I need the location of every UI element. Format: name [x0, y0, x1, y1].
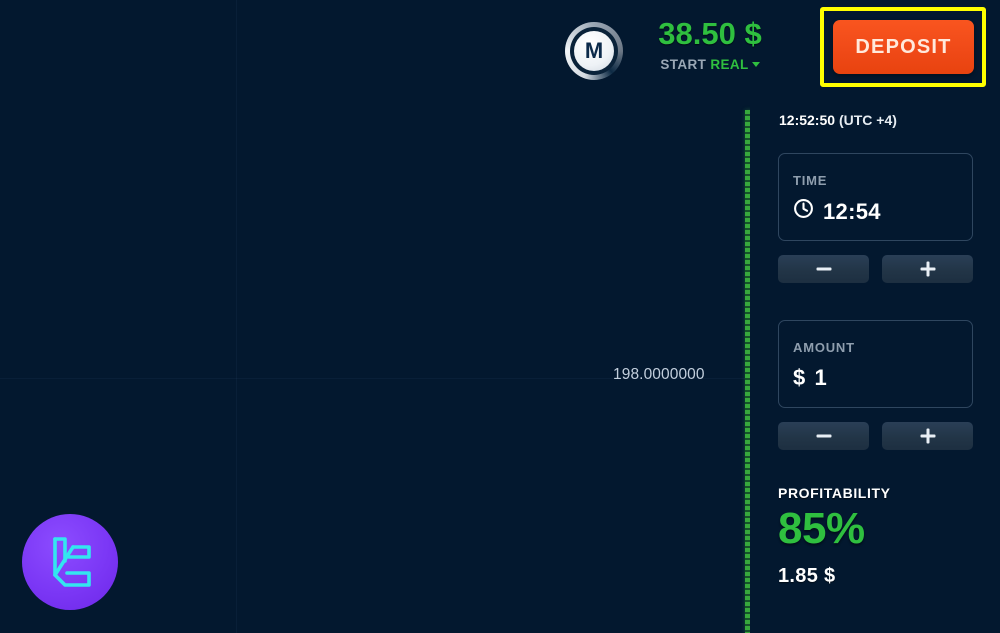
time-stepper	[778, 255, 973, 283]
clock-icon	[793, 198, 814, 225]
amount-field[interactable]: AMOUNT $ 1	[778, 320, 973, 408]
amount-field-label: AMOUNT	[793, 340, 855, 355]
server-clock-time: 12:52:50	[779, 112, 836, 128]
asset-token-logo-icon	[22, 514, 118, 610]
server-clock-timezone: (UTC +4)	[838, 112, 897, 128]
time-field-label: TIME	[793, 173, 828, 188]
time-increase-button[interactable]	[882, 255, 973, 283]
trade-panel: 12:52:50 (UTC +4) TIME 12:54 AMOUNT $ 1 …	[750, 100, 1000, 633]
amount-field-value-row: $ 1	[793, 365, 827, 391]
account-mode-prefix: START	[660, 57, 707, 72]
amount-decrease-button[interactable]	[778, 422, 869, 450]
profitability-percent: 85%	[778, 504, 865, 553]
trading-platform-screen: 198.0000000 12:52:50 (UTC +4) TIME 12:54…	[0, 0, 1000, 633]
time-decrease-button[interactable]	[778, 255, 869, 283]
account-mode-selector[interactable]: START REAL	[640, 57, 780, 72]
account-mode-value: REAL	[710, 57, 749, 72]
server-clock: 12:52:50 (UTC +4)	[779, 112, 897, 128]
amount-currency-symbol: $	[793, 365, 806, 390]
chevron-down-icon[interactable]	[751, 62, 760, 67]
time-field-value: 12:54	[823, 198, 881, 224]
avatar[interactable]: M	[565, 22, 623, 80]
chart-price-label: 198.0000000	[613, 366, 705, 383]
avatar-initial: M	[574, 31, 614, 71]
chart-gridline-vertical	[236, 0, 237, 633]
amount-stepper	[778, 422, 973, 450]
time-field-value-row: 12:54	[793, 198, 881, 225]
plus-icon-vertical	[926, 261, 929, 277]
deposit-button[interactable]: DEPOSIT	[833, 20, 974, 74]
amount-field-value: 1	[814, 365, 828, 390]
profitability-label: PROFITABILITY	[778, 485, 891, 501]
minus-icon	[816, 434, 831, 438]
profitability-payout: 1.85 $	[778, 565, 836, 587]
balance-block[interactable]: 38.50 $ START REAL	[640, 18, 780, 72]
balance-amount: 38.50 $	[658, 16, 762, 51]
profitability-block: PROFITABILITY 85% 1.85 $	[778, 485, 978, 588]
price-chart[interactable]: 198.0000000	[0, 0, 750, 633]
plus-icon-vertical	[926, 428, 929, 444]
minus-icon	[816, 267, 831, 271]
amount-increase-button[interactable]	[882, 422, 973, 450]
time-field[interactable]: TIME 12:54	[778, 153, 973, 241]
